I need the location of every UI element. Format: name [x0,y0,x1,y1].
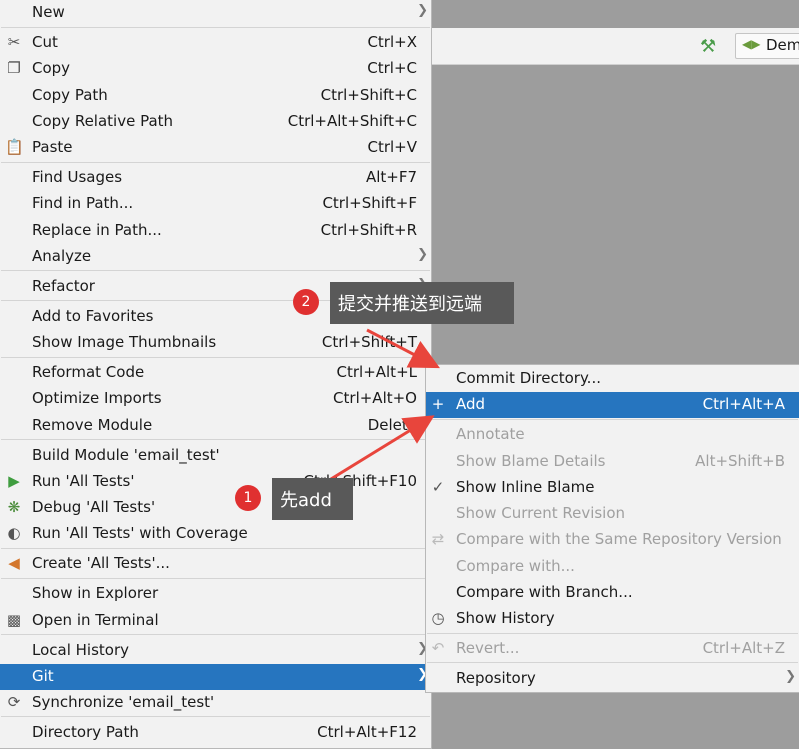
annotation-callout-1: 先add [272,478,353,520]
annotation-callout-2: 提交并推送到远端 [330,282,514,324]
annotation-arrows [304,328,440,497]
annotation-arrow-2 [366,328,440,369]
annotation-badge-2: 2 [293,289,319,315]
annotation-badge-1: 1 [235,485,261,511]
